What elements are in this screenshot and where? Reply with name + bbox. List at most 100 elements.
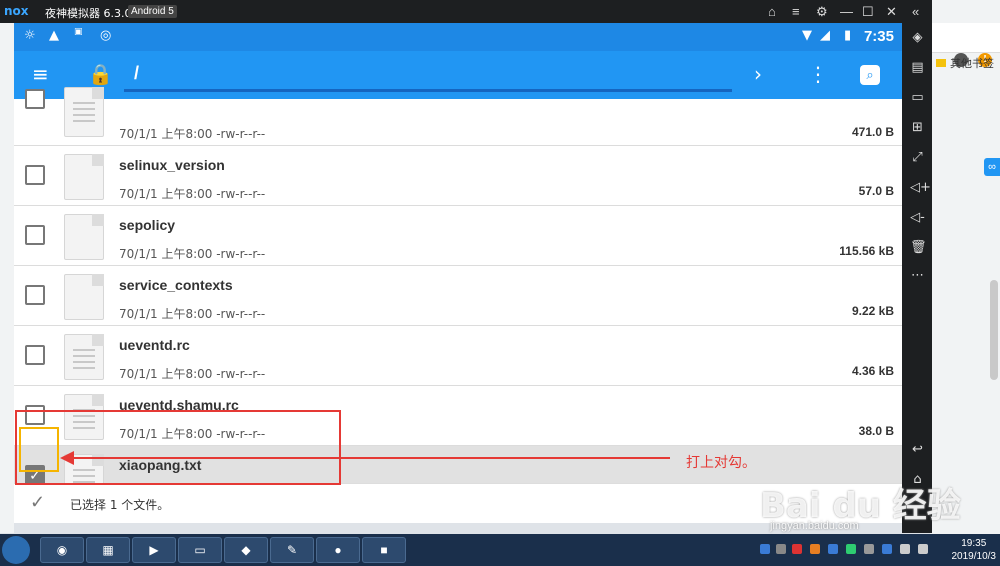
file-row[interactable]: service_contexts 70/1/1 上午8:00 -rw-r--r--… — [14, 266, 902, 326]
annotation-checkbox-highlight — [19, 427, 59, 472]
file-name: ueventd.rc — [119, 337, 190, 353]
brightness-icon: ☼ — [24, 28, 36, 43]
file-icon — [64, 154, 104, 200]
search-icon[interactable]: ⌕ — [860, 65, 880, 85]
file-meta: 70/1/1 上午8:00 -rw-r--r-- — [119, 367, 266, 381]
minimize-icon[interactable]: — — [840, 4, 853, 19]
close-icon[interactable]: ✕ — [886, 4, 897, 20]
tray-window-icon[interactable] — [776, 544, 786, 554]
start-button[interactable] — [2, 536, 30, 564]
file-size: 38.0 B — [858, 424, 894, 438]
taskbar-time: 19:35 — [961, 538, 987, 549]
app-toolbar: ≡ 🔒 / › ⋮ ⌕ — [14, 51, 902, 99]
file-checkbox[interactable] — [25, 345, 45, 365]
chrome-taskbar-icon[interactable]: ◉ — [40, 537, 84, 563]
file-size: 115.56 kB — [839, 244, 894, 258]
screen-icon[interactable]: ▭ — [910, 91, 925, 105]
app-taskbar-icon[interactable]: ◆ — [224, 537, 268, 563]
file-name: service_contexts — [119, 277, 233, 293]
hamburger-menu-icon[interactable]: ≡ — [32, 63, 49, 85]
android-version-badge: Android 5 — [128, 5, 177, 18]
rotate-icon[interactable]: ◈ — [910, 31, 925, 45]
text-file-icon — [64, 87, 104, 137]
terminal-taskbar-icon[interactable]: ▭ — [178, 537, 222, 563]
file-size: 57.0 B — [858, 184, 894, 198]
chevron-right-icon[interactable]: › — [754, 63, 762, 85]
browser-scrollbar[interactable] — [990, 280, 998, 380]
file-meta: 70/1/1 上午8:00 -rw-r--r-- — [119, 307, 266, 321]
file-name: selinux_version — [119, 157, 225, 173]
warning-icon: ▲ — [49, 28, 59, 43]
background-window-left-edge — [0, 23, 14, 533]
file-checkbox[interactable] — [25, 89, 45, 109]
file-checkbox[interactable] — [25, 225, 45, 245]
wifi-icon: ▼ — [802, 28, 812, 43]
file-row[interactable]: selinux_version 70/1/1 上午8:00 -rw-r--r-- 5… — [14, 146, 902, 206]
annotation-text: 打上对勾。 — [686, 455, 756, 471]
explorer-taskbar-icon[interactable]: ▦ — [86, 537, 130, 563]
tray-wechat-icon[interactable] — [846, 544, 856, 554]
link-icon[interactable]: ∞ — [984, 158, 1000, 176]
tray-volume-icon[interactable] — [918, 544, 928, 554]
file-icon — [64, 214, 104, 260]
lock-icon[interactable]: 🔒 — [88, 63, 113, 85]
selection-message: 已选择 1 个文件。 — [70, 498, 170, 512]
current-path[interactable]: / — [134, 63, 139, 84]
taskbar-clock[interactable]: 19:35 2019/10/3 — [952, 537, 997, 563]
file-size: 4.36 kB — [851, 364, 894, 378]
annotation-arrow — [60, 451, 670, 465]
fullscreen-icon[interactable]: ⤢ — [910, 151, 925, 165]
file-name: sepolicy — [119, 217, 176, 233]
folder-icon — [936, 59, 946, 67]
volume-down-icon[interactable]: ◁- — [910, 211, 925, 225]
file-size: 471.0 B — [851, 125, 894, 139]
emulator-sidebar: ◈ ▤ ▭ ⊞ ⤢ ◁+ ◁- 🗑 ⋯ ↩ ⌂ — [902, 23, 932, 533]
file-icon — [64, 274, 104, 320]
tray-app5-icon[interactable] — [882, 544, 892, 554]
media-player-taskbar-icon[interactable]: ▶ — [132, 537, 176, 563]
file-meta: 70/1/1 上午8:00 -rw-r--r-- — [119, 247, 266, 261]
status-bar: ☼ ▲ ▣ ◎ ▼ ◢ ▮ 7:35 — [14, 23, 902, 51]
more-icon[interactable]: ⋯ — [910, 269, 925, 283]
menu-icon[interactable]: ≡ — [792, 4, 800, 19]
taskbar-date: 2019/10/3 — [951, 551, 997, 562]
nox-taskbar-icon[interactable]: ■ — [362, 537, 406, 563]
back-icon[interactable]: ↩ — [910, 443, 925, 457]
maximize-icon[interactable]: ☐ — [862, 4, 874, 20]
file-row[interactable]: sepolicy 70/1/1 上午8:00 -rw-r--r-- 115.56 k… — [14, 206, 902, 266]
overflow-menu-icon[interactable]: ⋮ — [808, 63, 828, 85]
app-notification-icon: ▣ — [74, 27, 83, 37]
file-row[interactable]: 70/1/1 上午8:00 -rw-r--r-- 471.0 B — [14, 87, 902, 146]
browser-toolbar: ! — [930, 23, 1000, 67]
windows-taskbar: ◉ ▦ ▶ ▭ ◆ ✎ ● ■ 19:35 2019/10/3 — [0, 534, 1000, 566]
tray-app2-icon[interactable] — [810, 544, 820, 554]
wechat-taskbar-icon[interactable]: ● — [316, 537, 360, 563]
tray-app3-icon[interactable] — [828, 544, 838, 554]
keyboard-icon[interactable]: ▤ — [910, 61, 925, 75]
confirm-check-icon[interactable]: ✓ — [30, 492, 45, 513]
path-underline — [124, 89, 732, 92]
paint-taskbar-icon[interactable]: ✎ — [270, 537, 314, 563]
collapse-sidebar-icon[interactable]: « — [912, 4, 919, 19]
signal-icon: ◢ — [820, 28, 830, 43]
tray-app4-icon[interactable] — [864, 544, 874, 554]
screenshot-icon[interactable]: ⊞ — [910, 121, 925, 135]
status-time: 7:35 — [863, 28, 894, 45]
file-row[interactable]: ueventd.rc 70/1/1 上午8:00 -rw-r--r-- 4.36 k… — [14, 326, 902, 386]
battery-icon: ▮ — [844, 28, 852, 43]
bookmark-folder[interactable]: 其他书签 — [936, 55, 994, 71]
settings-icon[interactable]: ⚙ — [816, 4, 828, 20]
background-browser: ! 其他书签 — [930, 0, 1000, 540]
file-checkbox[interactable] — [25, 285, 45, 305]
nox-logo: nox — [4, 4, 29, 18]
delete-icon[interactable]: 🗑 — [910, 241, 927, 255]
tray-network-icon[interactable] — [900, 544, 910, 554]
tray-nox-icon[interactable] — [760, 544, 770, 554]
tray-app-icon[interactable] — [792, 544, 802, 554]
shirt-icon[interactable]: ⌂ — [768, 4, 776, 19]
watermark-url: jingyan.baidu.com — [770, 520, 859, 532]
file-checkbox[interactable] — [25, 165, 45, 185]
volume-up-icon[interactable]: ◁+ — [910, 181, 931, 195]
bookmark-label: 其他书签 — [950, 57, 994, 70]
sync-icon: ◎ — [100, 28, 112, 43]
